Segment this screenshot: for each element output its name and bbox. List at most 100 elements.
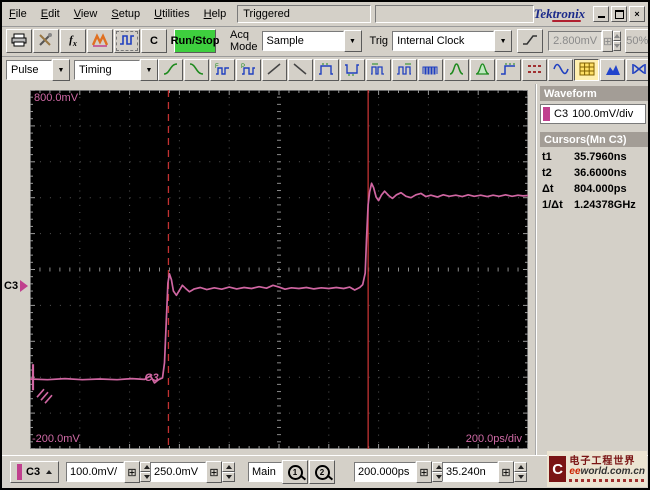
rise-time-measure-button[interactable]	[158, 59, 183, 81]
math-button[interactable]: fx	[60, 29, 86, 53]
chevron-down-icon[interactable]: ▼	[140, 59, 158, 81]
horizontal-view-field[interactable]: Main	[248, 462, 282, 482]
rising-delay-measure-button[interactable]	[262, 59, 287, 81]
measure-group-select[interactable]: Timing ▼	[74, 59, 158, 81]
measure-group-value: Timing	[74, 60, 140, 80]
horizontal-scale-control: 200.000ps ⊞	[354, 461, 445, 483]
keypad-icon[interactable]: ⊞	[416, 461, 432, 483]
measurement-toolbar: Pulse ▼ Timing ▼ F P	[2, 56, 648, 85]
acq-mode-select[interactable]: Sample ▼	[261, 30, 362, 52]
cursor-value: 1.24378GHz	[574, 199, 636, 211]
run-stop-button[interactable]: Run/Stop	[171, 29, 219, 53]
cursor-row-dt: Δt 804.000ps	[542, 183, 646, 195]
positive-duty-measure-button[interactable]	[366, 59, 391, 81]
period-measure-button[interactable]: P	[236, 59, 261, 81]
vertical-scale-field[interactable]: 100.0mV/	[66, 462, 124, 482]
trig-source-value: Internal Clock	[392, 31, 495, 51]
trig-position-button: 50%	[625, 29, 648, 53]
chevron-down-icon[interactable]: ▼	[52, 59, 70, 81]
trig-source-select[interactable]: Internal Clock ▼	[392, 30, 513, 52]
tools-icon	[38, 32, 54, 50]
clear-button[interactable]: C	[141, 29, 167, 53]
step-settle-icon	[500, 62, 517, 79]
rising-slope-icon	[522, 34, 538, 49]
frequency-icon: F	[214, 62, 231, 79]
menu-setup[interactable]: Setup	[104, 5, 147, 23]
cursor-label: t2	[542, 167, 552, 179]
fall-time-measure-button[interactable]	[184, 59, 209, 81]
histogram-peak-measure-button[interactable]	[470, 59, 495, 81]
menu-view[interactable]: View	[67, 5, 105, 23]
zoom1-button[interactable]: 1	[282, 460, 308, 484]
menu-help[interactable]: Help	[197, 5, 234, 23]
grid-view-button[interactable]	[574, 59, 599, 81]
histogram-icon	[605, 62, 621, 79]
trigger-status: Triggered	[237, 5, 372, 23]
channel-marker[interactable]: C3	[4, 280, 29, 292]
rise-time-icon	[162, 62, 179, 79]
cursors-panel-header: Cursors(Mn C3)	[540, 132, 648, 147]
graticule[interactable]: C3 800.0mV -200.0mV 200.0ps/div	[29, 89, 529, 450]
waveform-database-button[interactable]	[87, 29, 113, 53]
cursor-value: 804.000ps	[574, 183, 627, 195]
settling-measure-button[interactable]	[496, 59, 521, 81]
zoom2-button[interactable]: 2	[309, 460, 335, 484]
vertical-offset-spinner[interactable]	[222, 462, 235, 482]
horizontal-position-spinner[interactable]	[514, 462, 527, 482]
bottom-voltage-label: -200.0mV	[32, 433, 80, 445]
chevron-down-icon[interactable]: ▼	[494, 30, 513, 52]
fall-time-icon	[188, 62, 205, 79]
pulse-signal-button[interactable]	[114, 29, 140, 53]
horizontal-position-field[interactable]: 35.240n	[442, 462, 498, 482]
eeworld-watermark: C 电子工程世界 eeworld.com.cn	[547, 451, 647, 487]
waveform-view-button[interactable]	[548, 59, 573, 81]
negative-width-icon	[344, 62, 361, 79]
grid-icon	[579, 62, 595, 79]
menu-edit[interactable]: Edit	[34, 5, 67, 23]
falling-delay-measure-button[interactable]	[288, 59, 313, 81]
chevron-down-icon[interactable]: ▼	[343, 30, 362, 52]
mask-view-button[interactable]	[626, 59, 648, 81]
trig-slope-button[interactable]	[517, 29, 544, 53]
positive-width-measure-button[interactable]	[314, 59, 339, 81]
waveform-entry[interactable]: C3 100.0mV/div	[540, 104, 646, 124]
keypad-icon[interactable]: ⊞	[498, 461, 514, 483]
top-voltage-label: 800.0mV	[34, 92, 79, 104]
negative-duty-measure-button[interactable]	[392, 59, 417, 81]
keypad-icon[interactable]: ⊞	[124, 461, 140, 483]
channel-arrow-icon	[20, 280, 29, 292]
fx-icon: fx	[69, 33, 77, 49]
print-button[interactable]	[6, 29, 32, 53]
vertical-offset-control: 250.0mV ⊞	[150, 461, 235, 483]
trig-level-field: 2.800mV	[548, 31, 603, 51]
horizontal-scale-field[interactable]: 200.000ps	[354, 462, 416, 482]
menu-file[interactable]: File	[2, 5, 34, 23]
minimize-button[interactable]	[593, 6, 610, 22]
trig-level-spinner	[613, 31, 622, 51]
graticule-svg: C3	[29, 89, 529, 450]
cursor-row-t2: t2 36.6000ns	[542, 167, 646, 179]
channel-select-button[interactable]: C3	[10, 461, 60, 483]
horizontal-view-control: Main 1 2	[248, 460, 336, 484]
histogram-view-button[interactable]	[600, 59, 625, 81]
channel-color-swatch	[543, 107, 550, 121]
histogram-mean-measure-button[interactable]	[444, 59, 469, 81]
maximize-button[interactable]	[611, 6, 628, 22]
main-toolbar: fx C Run/Stop Acq Mode Sample ▼ Trig Int…	[2, 26, 648, 57]
watermark-tagline-marks	[569, 478, 645, 482]
close-button[interactable]: ×	[629, 6, 645, 22]
keypad-icon[interactable]: ⊞	[206, 461, 222, 483]
waveform-panel-header: Waveform	[540, 86, 648, 101]
dashed-cursors-icon	[527, 62, 543, 79]
setup-tools-button[interactable]	[33, 29, 59, 53]
eeworld-logo-icon: C	[549, 456, 567, 482]
menu-utilities[interactable]: Utilities	[147, 5, 196, 23]
channel-button-label: C3	[26, 466, 41, 478]
frequency-measure-button[interactable]: F	[210, 59, 235, 81]
magnifier-1-icon: 1	[287, 464, 303, 480]
cursors-view-button[interactable]	[522, 59, 547, 81]
burst-width-measure-button[interactable]	[418, 59, 443, 81]
vertical-offset-field[interactable]: 250.0mV	[150, 462, 206, 482]
measure-category-select[interactable]: Pulse ▼	[6, 59, 70, 81]
negative-width-measure-button[interactable]	[340, 59, 365, 81]
